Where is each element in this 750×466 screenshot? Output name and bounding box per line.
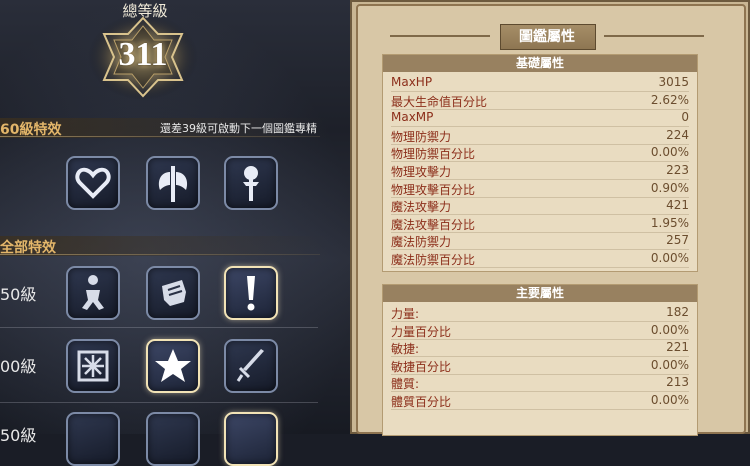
- attribute-row: 物理攻擊百分比 0.90%: [391, 180, 689, 198]
- title-ornament-right: [604, 35, 704, 37]
- attribute-row: 物理攻擊力 223: [391, 162, 689, 180]
- attribute-name: 力量:: [391, 307, 420, 321]
- attribute-row: 最大生命值百分比 2.62%: [391, 92, 689, 110]
- attribute-row: 體質: 213: [391, 374, 689, 393]
- attribute-value: 221: [666, 340, 689, 355]
- attribute-value: 2.62%: [650, 92, 689, 107]
- section-divider: [0, 136, 320, 137]
- row-label: 50級: [0, 285, 37, 304]
- dagger-icon[interactable]: [224, 339, 278, 393]
- attribute-row: 魔法攻擊百分比 1.95%: [391, 215, 689, 233]
- attribute-row: 魔法防禦百分比 0.00%: [391, 250, 689, 268]
- row-divider: [0, 327, 318, 328]
- main-attributes-box: 主要屬性 力量: 182 力量百分比 0.00% 敏捷: 221 敏捷百分比 0.00% 體質:…: [382, 284, 698, 436]
- attribute-row: MaxHP 3015: [391, 74, 689, 92]
- double-axe-icon[interactable]: [146, 156, 200, 210]
- attribute-name: 魔法防禦力: [391, 235, 452, 250]
- attribute-name: 物理攻擊力: [391, 165, 452, 179]
- attribute-name: MaxHP: [391, 75, 433, 89]
- attribute-row: MaxMP 0: [391, 109, 689, 128]
- attribute-row: 魔法防禦力 257: [391, 232, 689, 251]
- attribute-name: 力量百分比: [391, 324, 452, 339]
- attribute-value: 421: [666, 198, 689, 213]
- attribute-value: 224: [666, 127, 689, 142]
- next-specialization-hint: 還差39級可啟動下一個圖鑑專精: [160, 122, 317, 135]
- row-label: 50級: [0, 426, 37, 445]
- star-icon[interactable]: [146, 339, 200, 393]
- attribute-value: 0.00%: [650, 322, 689, 337]
- attribute-name: 物理防禦百分比: [391, 147, 476, 162]
- effect-icon[interactable]: [66, 412, 120, 466]
- collection-effects-panel: 總等級 311 60級特效 還差39級可啟動下一個圖鑑專精 全部特效 50級 0…: [0, 0, 350, 466]
- attribute-value: 0.90%: [650, 180, 689, 195]
- attribute-row: 體質百分比 0.00%: [391, 392, 689, 410]
- attribute-row: 物理防禦百分比 0.00%: [391, 144, 689, 163]
- section-all-effects: 全部特效: [0, 236, 330, 256]
- attribute-value: 0.00%: [650, 145, 689, 160]
- scepter-icon[interactable]: [224, 156, 278, 210]
- main-attributes-header: 主要屬性: [383, 285, 697, 302]
- attribute-row: 敏捷百分比 0.00%: [391, 357, 689, 375]
- attribute-value: 1.95%: [650, 215, 689, 230]
- attribute-value: 0.00%: [650, 393, 689, 407]
- running-figure-icon[interactable]: [66, 266, 120, 320]
- attribute-value: 223: [666, 163, 689, 177]
- basic-attributes-header: 基礎屬性: [383, 55, 697, 72]
- attribute-name: 體質:: [391, 377, 420, 392]
- attribute-name: MaxMP: [391, 110, 434, 125]
- effect-icon[interactable]: [146, 412, 200, 466]
- attribute-value: 3015: [658, 75, 689, 89]
- attribute-name: 魔法攻擊百分比: [391, 217, 476, 232]
- attribute-name: 敏捷百分比: [391, 359, 452, 374]
- attribute-row: 力量: 182: [391, 304, 689, 322]
- title-ornament-left: [390, 35, 490, 37]
- attribute-name: 魔法防禦百分比: [391, 253, 476, 267]
- attribute-value: 182: [666, 305, 689, 319]
- exclamation-icon[interactable]: [224, 266, 278, 320]
- attribute-value: 0.00%: [650, 251, 689, 265]
- fist-icon[interactable]: [146, 266, 200, 320]
- attribute-name: 最大生命值百分比: [391, 94, 488, 109]
- attribute-name: 體質百分比: [391, 395, 452, 409]
- row-label: 00級: [0, 357, 37, 376]
- attribute-value: 0: [681, 110, 689, 125]
- attribute-value: 213: [666, 375, 689, 390]
- attribute-row: 物理防禦力 224: [391, 127, 689, 145]
- row-divider: [0, 402, 318, 403]
- heart-icon[interactable]: [66, 156, 120, 210]
- panel-title: 圖鑑屬性: [519, 29, 575, 45]
- attribute-name: 敏捷:: [391, 342, 420, 357]
- section-divider: [0, 254, 320, 255]
- basic-attributes-box: 基礎屬性 MaxHP 3015 最大生命值百分比 2.62% MaxMP 0 物理防禦力 22…: [382, 54, 698, 272]
- attribute-name: 魔法攻擊力: [391, 200, 452, 215]
- attribute-row: 魔法攻擊力 421: [391, 197, 689, 216]
- total-level-value: 311: [118, 36, 168, 73]
- attribute-name: 物理攻擊百分比: [391, 182, 476, 197]
- attribute-row: 敏捷: 221: [391, 339, 689, 358]
- attribute-value: 0.00%: [650, 357, 689, 372]
- effect-icon[interactable]: [224, 412, 278, 466]
- attribute-value: 257: [666, 233, 689, 248]
- attribute-name: 物理防禦力: [391, 129, 452, 144]
- attribute-row: 力量百分比 0.00%: [391, 322, 689, 340]
- snowflake-icon[interactable]: [66, 339, 120, 393]
